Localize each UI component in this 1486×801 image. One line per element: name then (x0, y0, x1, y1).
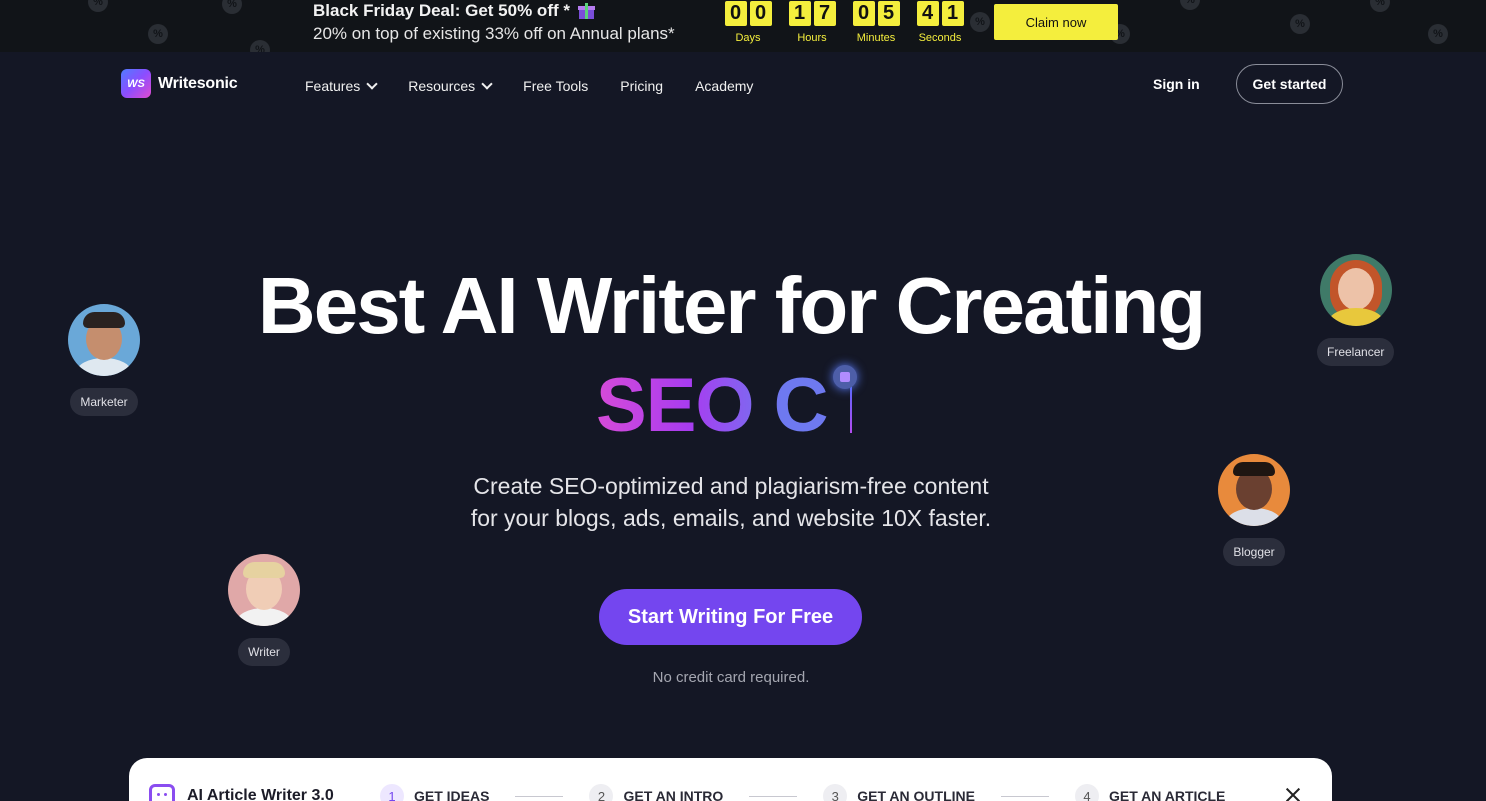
step-get-an-outline[interactable]: 3 GET AN OUTLINE (823, 784, 975, 801)
step-divider (749, 795, 798, 797)
promo-text: Black Friday Deal: Get 50% off * 20% on … (313, 0, 675, 46)
percent-badge-icon: % (148, 24, 168, 44)
chevron-down-icon (481, 78, 493, 90)
step-get-ideas[interactable]: 1 GET IDEAS (380, 784, 489, 801)
start-writing-button[interactable]: Start Writing For Free (599, 589, 862, 645)
persona-label: Freelancer (1317, 338, 1395, 366)
nav-item-label: Academy (695, 78, 754, 94)
percent-badge-icon: % (970, 12, 990, 32)
close-icon[interactable] (1284, 786, 1302, 801)
nav-item-label: Features (305, 78, 361, 94)
nav-item-academy[interactable]: Academy (695, 78, 753, 94)
step-get-an-article[interactable]: 4 GET AN ARTICLE (1074, 784, 1226, 801)
countdown-hours: 1 7 Hours (788, 0, 836, 44)
percent-badge-icon: % (1370, 0, 1390, 12)
logo[interactable]: WS Writesonic (121, 69, 238, 98)
promo-banner: % % % % % % % % % % Black Friday Deal: G… (0, 0, 1486, 52)
article-writer-panel: AI Article Writer 3.0 1 GET IDEAS 2 GET … (129, 758, 1332, 801)
nav-item-pricing[interactable]: Pricing (620, 78, 663, 94)
no-credit-card-note: No credit card required. (652, 669, 810, 686)
countdown-label: Minutes (856, 32, 896, 44)
percent-badge-icon: % (1428, 24, 1448, 44)
gift-icon (577, 3, 595, 19)
countdown-days: 0 0 Days (724, 0, 772, 44)
countdown-label: Days (735, 32, 761, 44)
percent-badge-icon: % (88, 0, 108, 12)
percent-badge-icon: % (1180, 0, 1200, 10)
typed-headline: SEO C (596, 362, 852, 448)
countdown-digit: 1 (941, 1, 964, 26)
step-number: 3 (823, 784, 848, 801)
persona-label: Writer (238, 638, 290, 666)
step-number: 1 (380, 784, 404, 801)
avatar (1218, 454, 1290, 526)
avatar (68, 304, 140, 376)
ai-cursor-badge-icon (833, 365, 857, 389)
nav-item-label: Resources (408, 78, 476, 94)
step-divider (1000, 795, 1049, 797)
hero-title: Best AI Writer for Creating (257, 261, 1206, 350)
step-divider (515, 795, 564, 797)
countdown-seconds: 4 1 Seconds (916, 0, 964, 44)
nav-item-label: Pricing (620, 78, 664, 94)
step-number: 2 (589, 784, 614, 801)
promo-title: Black Friday Deal: Get 50% off * (313, 0, 675, 22)
countdown-digit: 5 (877, 1, 900, 26)
percent-badge-icon: % (222, 0, 242, 14)
countdown-digit: 1 (788, 1, 811, 26)
countdown-label: Seconds (918, 32, 962, 44)
nav-item-label: Free Tools (523, 78, 589, 94)
typed-text: SEO C (596, 362, 828, 448)
percent-badge-icon: % (250, 40, 270, 52)
countdown-timer: 0 0 Days 1 7 Hours 0 5 Minutes 4 1 Secon… (724, 0, 964, 44)
countdown-digit: 0 (749, 1, 772, 26)
countdown-digit: 4 (916, 1, 939, 26)
panel-title: AI Article Writer 3.0 (149, 784, 334, 801)
avatar (228, 554, 300, 626)
countdown-digit: 0 (852, 1, 875, 26)
steps-bar: 1 GET IDEAS 2 GET AN INTRO 3 GET AN OUTL… (380, 784, 1225, 801)
panel-title-text: AI Article Writer 3.0 (187, 787, 334, 801)
persona-marketer: Marketer (68, 304, 140, 416)
persona-label: Marketer (70, 388, 138, 416)
step-label: GET AN OUTLINE (857, 788, 975, 801)
top-nav: WS Writesonic Features Resources Free To… (0, 52, 1486, 122)
step-label: GET AN INTRO (623, 788, 724, 801)
step-label: GET IDEAS (414, 788, 490, 801)
percent-badge-icon: % (1290, 14, 1310, 34)
promo-title-text: Black Friday Deal: Get 50% off * (313, 1, 570, 20)
persona-label: Blogger (1223, 538, 1285, 566)
step-get-an-intro[interactable]: 2 GET AN INTRO (589, 784, 723, 801)
nav-item-free-tools[interactable]: Free Tools (523, 78, 588, 94)
promo-subtitle: 20% on top of existing 33% off on Annual… (313, 24, 675, 43)
countdown-digit: 0 (724, 1, 747, 26)
robot-icon (149, 784, 175, 801)
avatar (1319, 254, 1392, 326)
sign-in-link[interactable]: Sign in (1153, 76, 1200, 92)
nav-item-features[interactable]: Features (305, 78, 378, 94)
logo-text: Writesonic (158, 74, 238, 92)
countdown-digit: 7 (813, 1, 836, 26)
nav-item-resources[interactable]: Resources (408, 78, 493, 94)
step-number: 4 (1074, 784, 1099, 801)
chevron-down-icon (366, 78, 378, 90)
persona-writer: Writer (228, 554, 300, 666)
step-label: GET AN ARTICLE (1108, 788, 1226, 801)
countdown-minutes: 0 5 Minutes (852, 0, 900, 44)
get-started-button[interactable]: Get started (1236, 64, 1343, 104)
persona-blogger: Blogger (1218, 454, 1290, 566)
persona-freelancer: Freelancer (1317, 254, 1395, 366)
countdown-label: Hours (797, 32, 827, 44)
claim-now-button[interactable]: Claim now (994, 4, 1118, 40)
logo-mark-icon: WS (121, 69, 151, 98)
nav-links: Features Resources Free Tools Pricing Ac… (305, 78, 785, 94)
